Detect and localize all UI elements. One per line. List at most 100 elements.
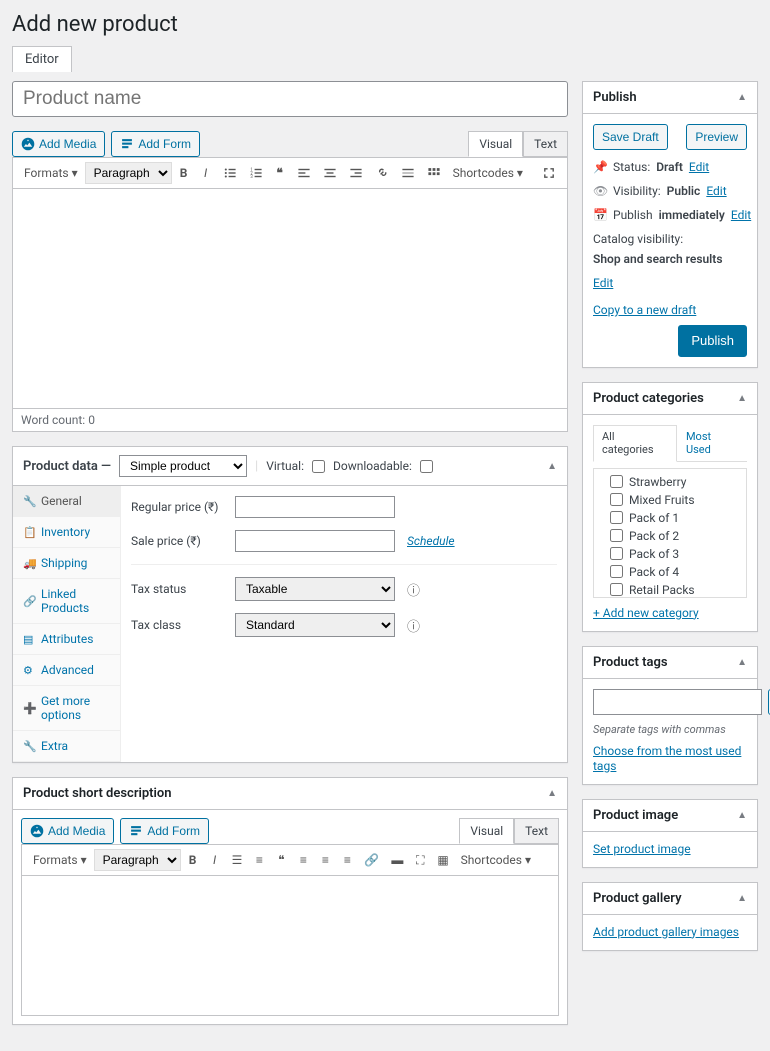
quote-icon[interactable]: ❝	[270, 163, 290, 183]
tab-editor[interactable]: Editor	[12, 46, 72, 72]
link-icon[interactable]: 🔗	[359, 850, 384, 870]
bullet-list-icon[interactable]	[218, 163, 242, 183]
category-item[interactable]: Pack of 2	[598, 527, 742, 545]
preview-button[interactable]: Preview	[686, 124, 747, 150]
add-gallery-link[interactable]: Add product gallery images	[593, 925, 739, 939]
toolbar-formats[interactable]: Formats ▾	[19, 163, 83, 183]
truck-icon: 🚚	[23, 557, 35, 570]
toolbar-toggle-icon[interactable]: ▦	[432, 850, 453, 870]
collapse-icon[interactable]: ▲	[737, 893, 747, 904]
edit-status-link[interactable]: Edit	[689, 160, 709, 174]
cat-tab-used[interactable]: Most Used	[677, 425, 747, 461]
align-left-icon[interactable]: ≡	[293, 850, 313, 870]
align-center-icon[interactable]: ≡	[315, 850, 335, 870]
toolbar-shortcodes[interactable]: Shortcodes ▾	[456, 850, 536, 870]
collapse-icon[interactable]: ▲	[547, 788, 557, 799]
category-checkbox[interactable]	[610, 511, 623, 524]
italic-icon[interactable]: I	[205, 850, 225, 870]
media-icon	[30, 824, 44, 838]
align-right-icon[interactable]	[344, 163, 368, 183]
bullet-list-icon[interactable]: ☰	[227, 850, 248, 870]
add-form-button[interactable]: Add Form	[120, 818, 209, 844]
editor-mode-visual[interactable]: Visual	[468, 131, 523, 157]
category-checkbox[interactable]	[610, 475, 623, 488]
collapse-icon[interactable]: ▲	[737, 92, 747, 103]
toolbar-toggle-icon[interactable]	[422, 163, 446, 183]
numbered-list-icon[interactable]: ≡	[249, 850, 269, 870]
pd-tab-advanced[interactable]: ⚙Advanced	[13, 655, 120, 686]
category-item[interactable]: Retail Packs	[598, 581, 742, 598]
category-checkbox[interactable]	[610, 493, 623, 506]
pd-tab-shipping[interactable]: 🚚Shipping	[13, 548, 120, 579]
editor-mode-text[interactable]: Text	[523, 131, 568, 157]
category-checkbox[interactable]	[610, 529, 623, 542]
bold-icon[interactable]: B	[174, 163, 194, 183]
edit-publish-link[interactable]: Edit	[731, 208, 751, 222]
fullscreen-icon[interactable]: ⛶	[410, 850, 430, 871]
align-center-icon[interactable]	[318, 163, 342, 183]
edit-catalog-link[interactable]: Edit	[593, 276, 613, 290]
toolbar-shortcodes[interactable]: Shortcodes ▾	[448, 163, 528, 183]
regular-price-input[interactable]	[235, 496, 395, 518]
insert-more-icon[interactable]: ▬	[386, 850, 408, 870]
category-checkbox[interactable]	[610, 565, 623, 578]
add-form-button[interactable]: Add Form	[111, 131, 200, 157]
tag-input[interactable]	[593, 689, 762, 715]
category-item[interactable]: Pack of 3	[598, 545, 742, 563]
pd-tab-more[interactable]: ➕Get more options	[13, 686, 120, 731]
collapse-icon[interactable]: ▲	[737, 393, 747, 404]
pd-tab-attributes[interactable]: ▤Attributes	[13, 624, 120, 655]
product-name-input[interactable]	[12, 81, 568, 117]
category-item[interactable]: Pack of 4	[598, 563, 742, 581]
editor-mode-visual[interactable]: Visual	[459, 818, 514, 844]
category-checkbox[interactable]	[610, 583, 623, 596]
product-type-select[interactable]: Simple product	[119, 455, 247, 477]
tax-status-select[interactable]: Taxable	[235, 577, 395, 601]
virtual-checkbox[interactable]	[312, 460, 325, 473]
collapse-icon[interactable]: ▲	[547, 461, 557, 472]
toolbar-paragraph-select[interactable]: Paragraph	[94, 849, 181, 871]
save-draft-button[interactable]: Save Draft	[593, 124, 668, 150]
collapse-icon[interactable]: ▲	[737, 810, 747, 821]
italic-icon[interactable]: I	[196, 163, 216, 183]
category-checkbox[interactable]	[610, 547, 623, 560]
numbered-list-icon[interactable]: 123	[244, 163, 268, 183]
sale-price-input[interactable]	[235, 530, 395, 552]
add-category-link[interactable]: + Add new category	[593, 606, 699, 620]
copy-draft-link[interactable]: Copy to a new draft	[593, 303, 696, 317]
short-desc-textarea[interactable]	[21, 876, 559, 1016]
add-media-button[interactable]: Add Media	[21, 818, 114, 844]
align-left-icon[interactable]	[292, 163, 316, 183]
align-right-icon[interactable]: ≡	[337, 850, 357, 870]
cat-tab-all[interactable]: All categories	[593, 425, 677, 462]
pd-tab-inventory[interactable]: 📋Inventory	[13, 517, 120, 548]
edit-visibility-link[interactable]: Edit	[706, 184, 726, 198]
category-item[interactable]: Pack of 1	[598, 509, 742, 527]
set-image-link[interactable]: Set product image	[593, 842, 691, 856]
fullscreen-icon[interactable]	[537, 163, 561, 183]
gallery-heading: Product gallery	[593, 891, 682, 906]
help-icon[interactable]: ⓘ	[407, 616, 420, 635]
category-item[interactable]: Strawberry	[598, 473, 742, 491]
link-icon[interactable]	[370, 163, 394, 183]
add-media-button[interactable]: Add Media	[12, 131, 105, 157]
editor-mode-text[interactable]: Text	[514, 818, 559, 844]
pd-tab-general[interactable]: 🔧General	[13, 486, 120, 517]
schedule-link[interactable]: Schedule	[407, 534, 455, 548]
category-list[interactable]: StrawberryMixed FruitsPack of 1Pack of 2…	[593, 468, 747, 598]
pd-tab-linked[interactable]: 🔗Linked Products	[13, 579, 120, 624]
insert-more-icon[interactable]	[396, 163, 420, 183]
pd-tab-extra[interactable]: 🔧Extra	[13, 731, 120, 762]
publish-button[interactable]: Publish	[678, 325, 747, 357]
main-editor-textarea[interactable]	[12, 189, 568, 409]
quote-icon[interactable]: ❝	[271, 850, 291, 870]
help-icon[interactable]: ⓘ	[407, 580, 420, 599]
toolbar-formats[interactable]: Formats ▾	[28, 850, 92, 870]
downloadable-checkbox[interactable]	[420, 460, 433, 473]
bold-icon[interactable]: B	[183, 850, 203, 870]
choose-tags-link[interactable]: Choose from the most used tags	[593, 744, 741, 773]
collapse-icon[interactable]: ▲	[737, 657, 747, 668]
toolbar-paragraph-select[interactable]: Paragraph	[85, 162, 172, 184]
category-item[interactable]: Mixed Fruits	[598, 491, 742, 509]
tax-class-select[interactable]: Standard	[235, 613, 395, 637]
